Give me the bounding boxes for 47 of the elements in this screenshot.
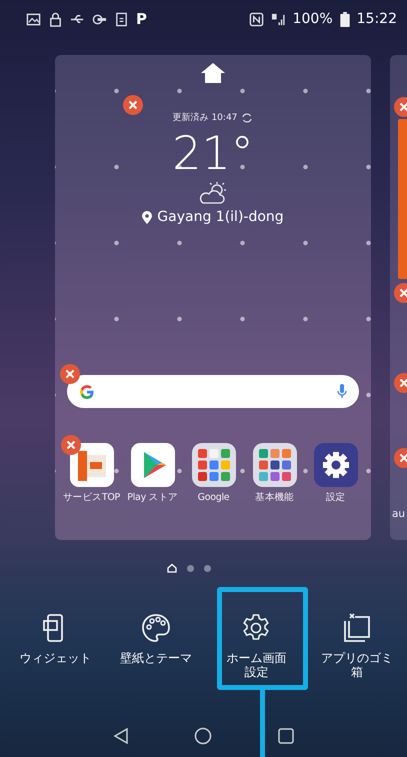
search-bar[interactable] <box>67 375 359 408</box>
app-label[interactable]: サービスTOP <box>60 493 122 504</box>
key-icon <box>92 12 107 26</box>
document-icon <box>114 12 129 26</box>
folder-icon[interactable] <box>192 443 236 487</box>
g-logo-icon <box>79 384 95 400</box>
app-letter: P <box>136 10 147 28</box>
next-page-card[interactable]: au <box>390 55 407 540</box>
home-button-icon[interactable] <box>194 727 212 745</box>
temperature: 21° <box>172 130 254 176</box>
door-icon[interactable] <box>70 443 114 487</box>
app-label[interactable]: Play ストア <box>122 493 184 504</box>
battery-percent: 100% <box>292 11 333 27</box>
home-page-indicator[interactable] <box>166 563 176 573</box>
back-icon[interactable] <box>112 727 130 745</box>
refresh-icon[interactable] <box>241 112 254 122</box>
app-label[interactable]: 設定 <box>304 493 366 504</box>
home-icon[interactable] <box>200 62 226 84</box>
page-dot[interactable] <box>204 564 210 572</box>
home-page-card[interactable]: 更新済み 10:47 21° Gayang 1(il)-dong サービスTOP Play ストア Google 基本機能 設定 <box>55 55 371 540</box>
play-store-icon[interactable] <box>130 443 174 487</box>
microphone-icon[interactable] <box>337 384 347 399</box>
app-label[interactable]: Google <box>182 493 244 504</box>
remove-icon[interactable] <box>61 435 81 455</box>
signal-icon <box>270 12 286 26</box>
action-label[interactable]: アプリのゴミ箱 <box>320 651 394 680</box>
recents-icon[interactable] <box>276 727 295 745</box>
folder-icon[interactable] <box>252 443 296 487</box>
remove-icon[interactable] <box>60 364 80 384</box>
updated-time: 更新済み 10:47 <box>172 112 238 124</box>
gear-icon[interactable] <box>314 443 358 487</box>
nfc-icon <box>248 12 264 26</box>
app-label[interactable]: au <box>392 508 406 520</box>
lock-icon <box>48 12 63 26</box>
location-pin-icon <box>142 210 152 224</box>
action-label[interactable]: ホーム画面設定 <box>225 651 288 680</box>
page-dot[interactable] <box>186 564 194 572</box>
action-label[interactable]: 壁紙とテーマ <box>118 651 193 666</box>
image-icon <box>26 12 41 26</box>
action-label[interactable]: ウィジェット <box>18 651 92 666</box>
clock: 15:22 <box>356 11 397 27</box>
location-name: Gayang 1(il)-dong <box>157 209 284 225</box>
palette-icon[interactable] <box>140 612 172 644</box>
remove-icon[interactable] <box>123 95 143 115</box>
partly-cloudy-icon <box>198 181 228 205</box>
app-label[interactable]: 基本機能 <box>244 493 306 504</box>
battery-icon <box>340 12 350 26</box>
